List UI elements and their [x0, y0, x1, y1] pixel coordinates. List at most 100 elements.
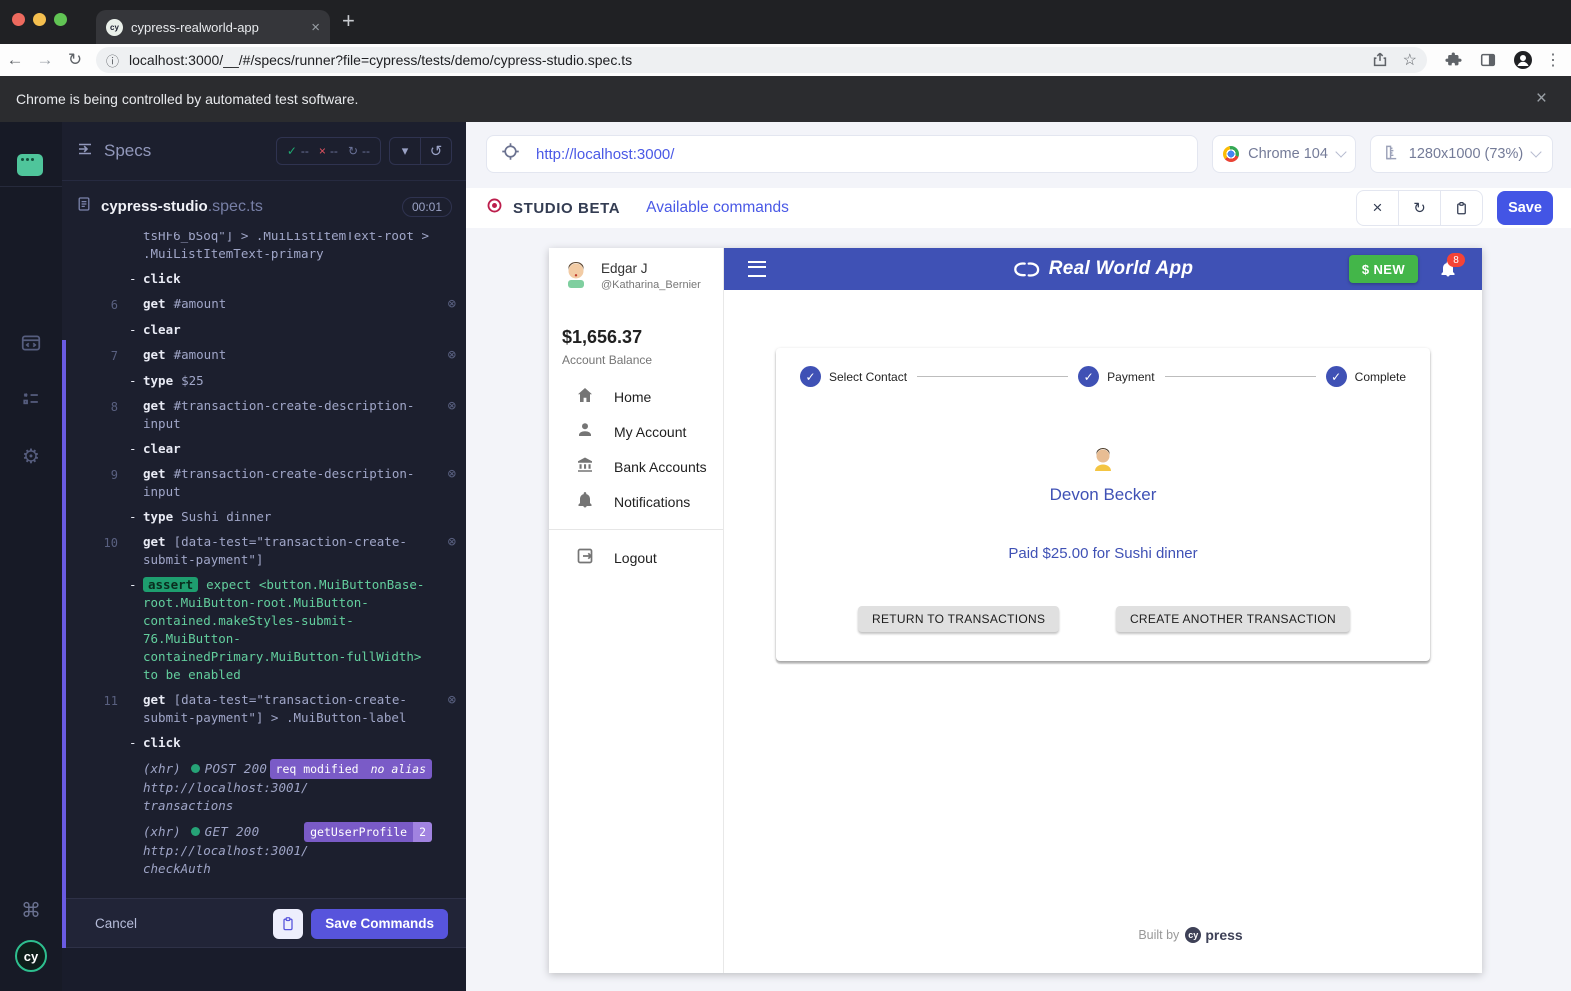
- page-info-icon[interactable]: ⓘ: [106, 51, 119, 70]
- command-row[interactable]: - clear: [62, 436, 466, 461]
- command-remove-icon[interactable]: ⊗: [448, 691, 456, 709]
- viewport-select[interactable]: 1280x1000 (73%): [1370, 135, 1553, 173]
- cypress-footer-logo[interactable]: cy: [1185, 927, 1202, 943]
- automation-notice: Chrome is being controlled by automated …: [16, 91, 359, 107]
- collapse-sidebar-icon[interactable]: [76, 140, 94, 163]
- command-method: type: [143, 372, 174, 388]
- sidebar-item-notifications[interactable]: Notifications: [549, 484, 723, 519]
- command-row[interactable]: - clear: [62, 317, 466, 342]
- maximize-window-button[interactable]: [54, 13, 67, 26]
- close-studio-icon[interactable]: ×: [1357, 191, 1398, 225]
- sidebar-item-logout[interactable]: Logout: [549, 540, 723, 575]
- command-remove-icon[interactable]: ⊗: [448, 465, 456, 483]
- cancel-button[interactable]: Cancel: [95, 916, 137, 931]
- command-number: [62, 440, 118, 458]
- close-window-button[interactable]: [12, 13, 25, 26]
- extensions-icon[interactable]: [1445, 51, 1463, 69]
- url-bar[interactable]: ⓘ localhost:3000/__/#/specs/runner?file=…: [96, 47, 1427, 73]
- command-row[interactable]: 7 get #amount ⊗: [62, 342, 466, 368]
- forward-button[interactable]: →: [30, 50, 60, 70]
- new-tab-button[interactable]: +: [342, 8, 355, 34]
- browser-toolbar: ← → ↻ ⓘ localhost:3000/__/#/specs/runner…: [0, 44, 1571, 76]
- side-panel-icon[interactable]: [1479, 51, 1497, 69]
- chevron-down-icon: [1335, 146, 1347, 158]
- tab-close-icon[interactable]: ×: [311, 19, 320, 36]
- url-text: localhost:3000/__/#/specs/runner?file=cy…: [129, 52, 633, 68]
- clipboard-icon[interactable]: [1440, 191, 1482, 225]
- command-row[interactable]: 10 get [data-test="transaction-create-subm…: [62, 529, 466, 572]
- settings-gear-icon[interactable]: ⚙: [22, 444, 40, 469]
- passed-icon: ✓: [286, 144, 297, 158]
- keyboard-shortcuts-icon[interactable]: ⌘: [21, 898, 41, 923]
- sidebar-item-my-account[interactable]: My Account: [549, 414, 723, 449]
- command-row[interactable]: - type $25: [62, 368, 466, 393]
- browser-tab[interactable]: cy cypress-realworld-app ×: [96, 10, 330, 44]
- aut-url-bar[interactable]: http://localhost:3000/: [486, 135, 1198, 173]
- command-row[interactable]: 6 get #amount ⊗: [62, 291, 466, 317]
- command-row[interactable]: - click: [62, 730, 466, 755]
- command-remove-icon[interactable]: ⊗: [448, 397, 456, 415]
- minimize-window-button[interactable]: [33, 13, 46, 26]
- app-logo: Real World App: [1013, 258, 1194, 280]
- command-row[interactable]: 8 get #transaction-create-description-inpu…: [62, 393, 466, 436]
- profile-avatar[interactable]: [1513, 50, 1533, 70]
- command-row[interactable]: tsHF6_bSoq"] > .MuiListItemText-root > .…: [62, 232, 466, 266]
- bookmark-star-icon[interactable]: ☆: [1403, 50, 1417, 70]
- command-method: click: [143, 270, 181, 286]
- back-button[interactable]: ←: [0, 50, 30, 70]
- command-row[interactable]: (xhr) POST 200 req modified no alias http://…: [62, 755, 466, 818]
- step-connector: [1164, 376, 1316, 377]
- selector-playground-icon[interactable]: [501, 142, 520, 166]
- command-method: type: [143, 508, 174, 524]
- studio-bar: STUDIO BETA Available commands × ↻ Save: [466, 188, 1571, 228]
- sidebar-item-home[interactable]: Home: [549, 379, 723, 414]
- chevron-down-icon[interactable]: ▾: [390, 138, 420, 164]
- reload-button[interactable]: ↻: [60, 50, 90, 70]
- command-dash: -: [129, 734, 137, 750]
- available-commands-link[interactable]: Available commands: [646, 199, 789, 217]
- specs-nav-icon[interactable]: [20, 332, 42, 359]
- command-args: #amount: [173, 346, 227, 362]
- tab-title: cypress-realworld-app: [131, 19, 259, 35]
- spec-row[interactable]: cypress-studio .spec.ts 00:01: [62, 180, 466, 232]
- create-another-transaction-button[interactable]: CREATE ANOTHER TRANSACTION: [1115, 606, 1350, 632]
- new-transaction-button[interactable]: $ NEW: [1348, 255, 1418, 283]
- sidebar-item-bank-accounts[interactable]: Bank Accounts: [549, 449, 723, 484]
- command-row[interactable]: 11 get [data-test="transaction-create-subm…: [62, 687, 466, 730]
- browser-select[interactable]: Chrome 104: [1212, 135, 1356, 173]
- runs-nav-icon[interactable]: [20, 388, 42, 415]
- passed-count: --: [300, 144, 309, 158]
- infobar-close-icon[interactable]: ×: [1536, 88, 1547, 110]
- spec-file-icon: [76, 196, 92, 217]
- restart-icon[interactable]: ↻: [1398, 191, 1440, 225]
- command-row[interactable]: - assert expect <button.MuiButtonBase-root…: [62, 572, 466, 687]
- menu-kebab-icon[interactable]: ⋮: [1545, 50, 1561, 70]
- command-row[interactable]: (xhr) GET 200 getUserProfile 2 http://localh…: [62, 818, 466, 881]
- chrome-icon: [1223, 146, 1240, 162]
- cypress-app-icon[interactable]: [17, 154, 48, 181]
- copy-commands-button[interactable]: [273, 908, 304, 939]
- command-remove-icon[interactable]: ⊗: [448, 346, 456, 364]
- user-panel[interactable]: Edgar J @Katharina_Bernier: [549, 248, 723, 303]
- command-row[interactable]: 9 get #transaction-create-description-inpu…: [62, 461, 466, 504]
- pending-count: --: [362, 144, 370, 158]
- rerun-icon[interactable]: ↺: [420, 138, 451, 164]
- save-commands-button[interactable]: Save Commands: [311, 908, 448, 939]
- check-icon: ✓: [1078, 366, 1100, 387]
- command-remove-icon[interactable]: ⊗: [448, 295, 456, 313]
- command-dash: -: [129, 440, 137, 456]
- nav-label: My Account: [614, 423, 687, 440]
- app-frame: Edgar J @Katharina_Bernier $1,656.37 Acc…: [549, 248, 1482, 973]
- stepper: ✓ Select Contact ✓ Payment ✓ Complete: [776, 348, 1430, 387]
- return-to-transactions-button[interactable]: RETURN TO TRANSACTIONS: [858, 606, 1060, 632]
- command-remove-icon[interactable]: ⊗: [448, 533, 456, 551]
- share-icon[interactable]: [1371, 51, 1389, 69]
- cypress-logo[interactable]: cy: [15, 940, 47, 972]
- step-label: Complete: [1354, 369, 1407, 384]
- command-row[interactable]: - click: [62, 266, 466, 291]
- notifications-bell[interactable]: 8: [1438, 253, 1465, 279]
- save-button[interactable]: Save: [1497, 191, 1553, 225]
- hamburger-menu-icon[interactable]: [748, 261, 766, 277]
- command-row[interactable]: - type Sushi dinner: [62, 504, 466, 529]
- cypress-runner: ⚙ ⌘ cy Specs ✓ -- × -- ↻ -- ▾ ↺ cypress-…: [0, 122, 1571, 991]
